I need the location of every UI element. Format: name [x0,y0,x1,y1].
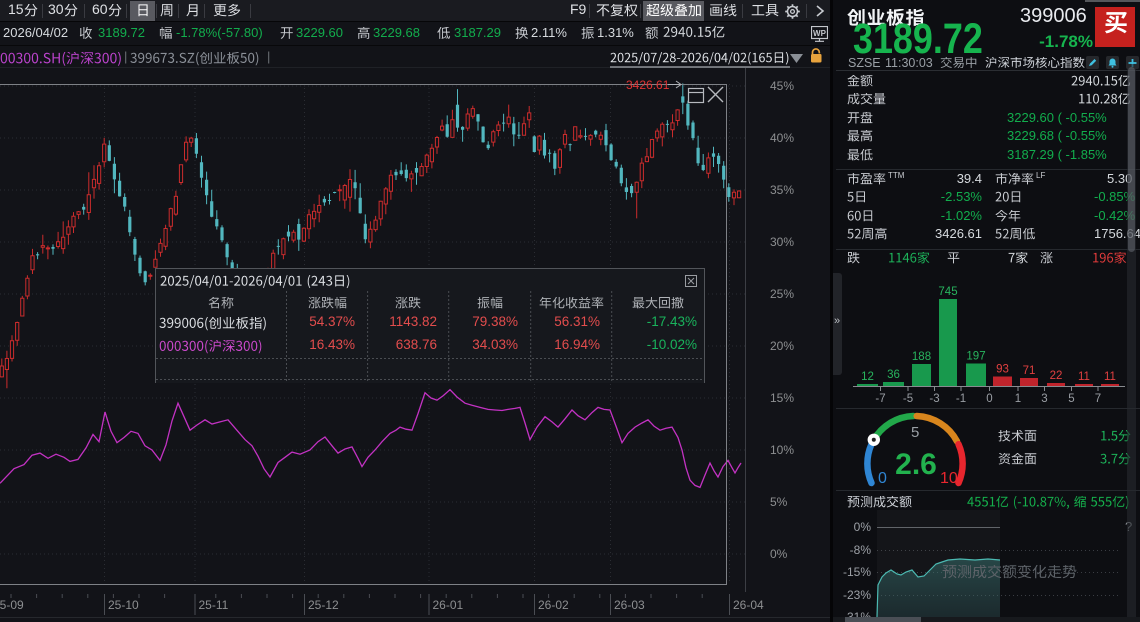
svg-text:25-09: 25-09 [0,598,24,612]
svg-text:25-11: 25-11 [199,598,229,612]
svg-text:5: 5 [911,424,919,441]
svg-text:10%: 10% [770,443,794,457]
svg-text:26-04: 26-04 [733,598,764,612]
svg-text:10: 10 [940,470,958,487]
svg-text:20%: 20% [770,339,794,353]
svg-text:40%: 40% [770,131,794,145]
svg-text:15%: 15% [770,391,794,405]
svg-text:-15%: -15% [843,565,871,579]
svg-text:26-02: 26-02 [538,598,569,612]
svg-text:WP: WP [813,29,827,38]
svg-text:3426.61: 3426.61 [626,78,670,92]
svg-text:45%: 45% [770,79,794,93]
svg-text:25-10: 25-10 [108,598,139,612]
svg-text:5%: 5% [770,495,788,509]
svg-text:35%: 35% [770,183,794,197]
svg-text:-23%: -23% [843,588,871,602]
svg-text:0%: 0% [854,520,872,534]
svg-text:26-01: 26-01 [433,598,464,612]
svg-text:26-03: 26-03 [614,598,645,612]
svg-text:0: 0 [878,470,887,487]
svg-text:0%: 0% [770,547,788,561]
svg-text:2.6: 2.6 [895,448,937,481]
svg-text:25-12: 25-12 [308,598,339,612]
svg-text:-8%: -8% [850,543,872,557]
svg-text:25%: 25% [770,287,794,301]
svg-text:30%: 30% [770,235,794,249]
